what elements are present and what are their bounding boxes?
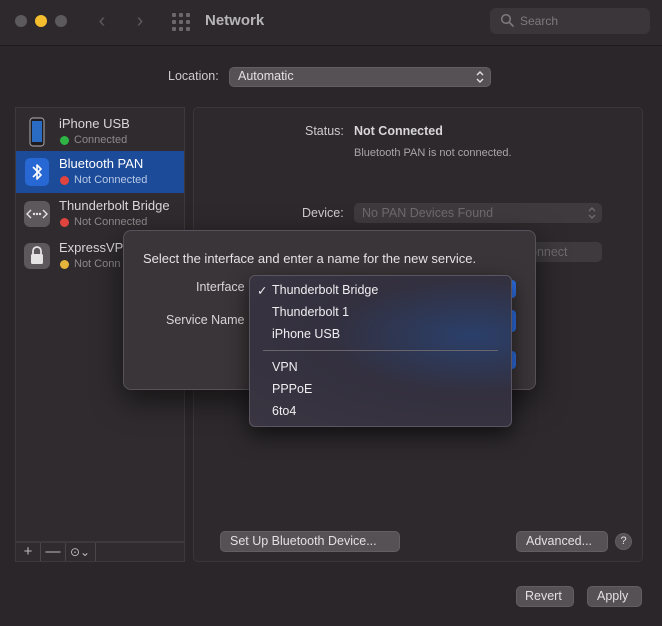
service-name-label: Service Name bbox=[166, 313, 245, 327]
service-status: Not Connected bbox=[74, 216, 148, 228]
status-dot bbox=[60, 218, 69, 227]
status-label: Status: bbox=[305, 124, 344, 138]
service-name: iPhone USB bbox=[59, 116, 130, 131]
search-icon bbox=[500, 13, 514, 27]
menu-separator bbox=[263, 350, 498, 351]
menu-item-6to4[interactable]: 6to4 bbox=[272, 404, 296, 418]
close-window-button[interactable] bbox=[15, 15, 27, 27]
menu-item-pppoe[interactable]: PPPoE bbox=[272, 382, 312, 396]
updown-chevron-icon bbox=[588, 207, 596, 219]
show-all-grid-icon[interactable] bbox=[172, 13, 190, 31]
service-status: Not Conn bbox=[74, 258, 121, 270]
service-item-bluetooth-pan[interactable]: Bluetooth PAN Not Connected bbox=[16, 151, 184, 193]
device-label: Device: bbox=[302, 206, 344, 220]
status-dot bbox=[60, 136, 69, 145]
service-item-iphone-usb[interactable]: iPhone USB Connected bbox=[16, 111, 184, 153]
set-up-bluetooth-device-label: Set Up Bluetooth Device... bbox=[230, 534, 377, 548]
service-name: Thunderbolt Bridge bbox=[59, 198, 170, 213]
status-dot bbox=[60, 260, 69, 269]
action-menu-button[interactable]: ⊙⌄ bbox=[66, 543, 94, 561]
advanced-button-label: Advanced... bbox=[526, 534, 593, 548]
service-name: Bluetooth PAN bbox=[59, 156, 144, 171]
help-button[interactable]: ? bbox=[615, 533, 632, 550]
service-status: Not Connected bbox=[74, 174, 148, 186]
menu-item-iphone-usb[interactable]: iPhone USB bbox=[272, 327, 340, 341]
checkmark-icon: ✓ bbox=[257, 284, 268, 298]
service-item-thunderbolt-bridge[interactable]: Thunderbolt Bridge Not Connected bbox=[16, 193, 184, 235]
updown-chevron-icon bbox=[476, 71, 484, 83]
service-status: Connected bbox=[74, 134, 128, 146]
bluetooth-icon bbox=[25, 158, 49, 186]
lock-icon bbox=[24, 243, 50, 269]
status-dot bbox=[60, 176, 69, 185]
revert-button-label: Revert bbox=[525, 589, 562, 603]
menu-item-thunderbolt-bridge[interactable]: Thunderbolt Bridge bbox=[272, 283, 378, 297]
back-chevron-icon[interactable]: ‹ bbox=[94, 10, 110, 32]
menu-item-vpn[interactable]: VPN bbox=[272, 360, 298, 374]
iphone-icon bbox=[29, 117, 45, 147]
menu-item-thunderbolt-1[interactable]: Thunderbolt 1 bbox=[272, 305, 349, 319]
device-value: No PAN Devices Found bbox=[362, 206, 494, 220]
forward-chevron-icon[interactable]: › bbox=[132, 10, 148, 32]
interface-label: Interface bbox=[196, 280, 245, 294]
location-label: Location: bbox=[168, 69, 219, 83]
remove-service-button[interactable]: — bbox=[41, 543, 65, 561]
minimize-window-button[interactable] bbox=[35, 15, 47, 27]
status-description: Bluetooth PAN is not connected. bbox=[354, 147, 512, 159]
toolbar-divider bbox=[95, 543, 96, 561]
search-input[interactable] bbox=[520, 12, 640, 30]
location-value: Automatic bbox=[238, 69, 294, 83]
add-service-button[interactable]: + bbox=[16, 543, 40, 561]
zoom-window-button[interactable] bbox=[55, 15, 67, 27]
window-title: Network bbox=[205, 12, 265, 29]
status-value: Not Connected bbox=[354, 124, 443, 138]
thunderbolt-bridge-icon bbox=[24, 201, 50, 227]
apply-button-label: Apply bbox=[597, 589, 629, 603]
service-name: ExpressVP bbox=[59, 240, 124, 255]
sheet-prompt: Select the interface and enter a name fo… bbox=[143, 251, 477, 266]
